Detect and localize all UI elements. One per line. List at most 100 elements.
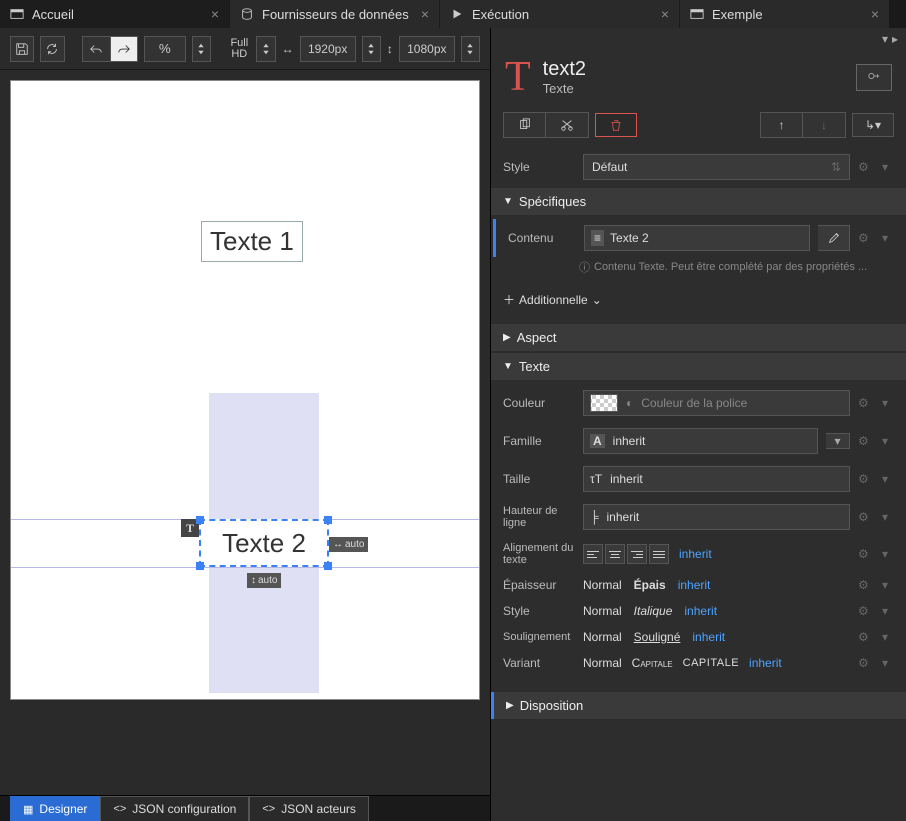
lineheight-field[interactable]: ╞ inherit bbox=[583, 504, 850, 530]
move-up-button[interactable]: ↑ bbox=[761, 113, 803, 137]
guide-horizontal bbox=[11, 567, 479, 568]
gear-icon[interactable]: ⚙ bbox=[858, 231, 874, 245]
gear-icon[interactable]: ⚙ bbox=[858, 472, 874, 486]
family-field[interactable]: A inherit bbox=[583, 428, 818, 454]
underline-inherit[interactable]: inherit bbox=[692, 630, 725, 644]
section-text[interactable]: ▼ Texte bbox=[491, 353, 906, 380]
more-actions-button[interactable]: ↳▾ bbox=[852, 113, 894, 137]
save-button[interactable] bbox=[10, 36, 34, 62]
edit-button[interactable] bbox=[818, 225, 850, 251]
text-actor-2-selected[interactable]: Texte 2 bbox=[199, 519, 329, 567]
variant-uppercase[interactable]: capitale bbox=[683, 657, 739, 669]
gear-icon[interactable]: ⚙ bbox=[858, 604, 874, 618]
style-normal[interactable]: Normal bbox=[583, 604, 622, 618]
section-layout[interactable]: ▶ Disposition bbox=[491, 692, 906, 719]
move-down-button[interactable]: ↓ bbox=[803, 113, 845, 137]
plus-icon: ＋ bbox=[503, 291, 515, 308]
gear-icon[interactable]: ⚙ bbox=[858, 656, 874, 670]
canvas-viewport[interactable]: Texte 1 T Texte 2 ↔auto ↕auto bbox=[0, 70, 490, 795]
gear-icon[interactable]: ⚙ bbox=[858, 160, 874, 174]
tab-datasources[interactable]: Fournisseurs de données × bbox=[230, 0, 440, 28]
close-icon[interactable]: × bbox=[421, 6, 429, 22]
delete-button[interactable] bbox=[595, 113, 637, 137]
weight-inherit[interactable]: inherit bbox=[678, 578, 711, 592]
gear-icon[interactable]: ⚙ bbox=[858, 578, 874, 592]
chevron-down-icon[interactable]: ▾ bbox=[882, 630, 894, 644]
close-icon[interactable]: × bbox=[211, 6, 219, 22]
chevron-down-icon[interactable]: ▾ bbox=[882, 656, 894, 670]
gear-icon[interactable]: ⚙ bbox=[858, 547, 874, 561]
refresh-button[interactable] bbox=[40, 36, 64, 62]
underline-normal[interactable]: Normal bbox=[583, 630, 622, 644]
key-button[interactable] bbox=[856, 64, 892, 91]
zoom-stepper[interactable] bbox=[192, 36, 211, 62]
variant-smallcaps[interactable]: Capitale bbox=[632, 656, 673, 670]
size-field[interactable]: τT inherit bbox=[583, 466, 850, 492]
resolution-stepper[interactable] bbox=[256, 36, 275, 62]
chevron-down-icon[interactable]: ▾ bbox=[882, 472, 894, 486]
gear-icon[interactable]: ⚙ bbox=[858, 630, 874, 644]
width-icon: ↔ bbox=[282, 42, 294, 56]
canvas-height-input[interactable] bbox=[399, 36, 455, 62]
weight-normal[interactable]: Normal bbox=[583, 578, 622, 592]
updown-icon: ⇅ bbox=[831, 160, 841, 174]
chevron-down-icon[interactable]: ▾ bbox=[882, 578, 894, 592]
align-row: Alignement du texte inherit ⚙ ▾ bbox=[491, 536, 906, 572]
chevron-down-icon[interactable]: ▾ bbox=[882, 434, 894, 448]
align-center-button[interactable] bbox=[605, 544, 625, 564]
family-dropdown[interactable]: ▾ bbox=[826, 433, 850, 449]
width-stepper[interactable] bbox=[362, 36, 381, 62]
zoom-percent-input[interactable] bbox=[144, 36, 186, 62]
chevron-down-icon[interactable]: ▾ bbox=[882, 32, 888, 46]
gear-icon[interactable]: ⚙ bbox=[858, 510, 874, 524]
designer-panel: Full HD ↔ ↕ Texte 1 T bbox=[0, 28, 490, 821]
underline-on[interactable]: Souligné bbox=[634, 630, 681, 644]
copy-button[interactable] bbox=[504, 113, 546, 137]
content-field[interactable]: ≡ Texte 2 bbox=[584, 225, 810, 251]
canvas-width-input[interactable] bbox=[300, 36, 356, 62]
canvas[interactable]: Texte 1 T Texte 2 ↔auto ↕auto bbox=[10, 80, 480, 700]
text-actor-1[interactable]: Texte 1 bbox=[201, 221, 303, 262]
section-aspect[interactable]: ▶ Aspect bbox=[491, 324, 906, 351]
tab-label: Accueil bbox=[32, 7, 74, 22]
chevron-down-icon[interactable]: ▾ bbox=[882, 510, 894, 524]
tab-designer[interactable]: ▦ Designer bbox=[10, 796, 100, 821]
tab-label: JSON configuration bbox=[132, 802, 236, 816]
style-inherit[interactable]: inherit bbox=[684, 604, 717, 618]
align-left-button[interactable] bbox=[583, 544, 603, 564]
chevron-down-icon[interactable]: ▾ bbox=[882, 604, 894, 618]
style-italic[interactable]: Italique bbox=[634, 604, 673, 618]
close-icon[interactable]: × bbox=[661, 6, 669, 22]
tab-example[interactable]: Exemple × bbox=[680, 0, 890, 28]
color-field[interactable]: ◐ Couleur de la police bbox=[583, 390, 850, 416]
redo-button[interactable] bbox=[110, 36, 138, 62]
chevron-down-icon[interactable]: ▾ bbox=[882, 396, 894, 410]
chevron-down-icon[interactable]: ▾ bbox=[882, 160, 894, 174]
chevron-down-icon[interactable]: ▾ bbox=[882, 231, 894, 245]
color-swatch bbox=[590, 394, 618, 412]
variant-normal[interactable]: Normal bbox=[583, 656, 622, 670]
inspector-panel: ▾ ▸ T text2 Texte bbox=[490, 28, 906, 821]
tab-json-config[interactable]: <> JSON configuration bbox=[100, 796, 249, 821]
section-specifics[interactable]: ▼ Spécifiques bbox=[491, 188, 906, 215]
add-additional-button[interactable]: ＋ Additionnelle ⌄ bbox=[491, 281, 906, 318]
align-inherit[interactable]: inherit bbox=[679, 547, 712, 561]
height-stepper[interactable] bbox=[461, 36, 480, 62]
close-icon[interactable]: × bbox=[871, 6, 879, 22]
actor-type: Texte bbox=[543, 81, 586, 96]
cut-button[interactable] bbox=[546, 113, 588, 137]
variant-inherit[interactable]: inherit bbox=[749, 656, 782, 670]
chevron-down-icon[interactable]: ▾ bbox=[882, 547, 894, 561]
tab-home[interactable]: Accueil × bbox=[0, 0, 230, 28]
gear-icon[interactable]: ⚙ bbox=[858, 434, 874, 448]
tab-json-actors[interactable]: <> JSON acteurs bbox=[249, 796, 369, 821]
align-justify-button[interactable] bbox=[649, 544, 669, 564]
undo-button[interactable] bbox=[82, 36, 110, 62]
content-label: Contenu bbox=[508, 231, 576, 245]
weight-bold[interactable]: Épais bbox=[634, 578, 666, 592]
tab-execution[interactable]: Exécution × bbox=[440, 0, 680, 28]
style-select[interactable]: Défaut ⇅ bbox=[583, 154, 850, 180]
gear-icon[interactable]: ⚙ bbox=[858, 396, 874, 410]
align-right-button[interactable] bbox=[627, 544, 647, 564]
chevron-right-icon[interactable]: ▸ bbox=[892, 32, 898, 46]
